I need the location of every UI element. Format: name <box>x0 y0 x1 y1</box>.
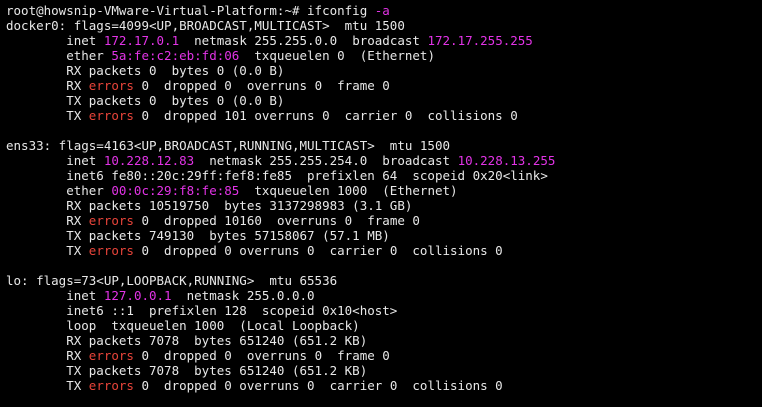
line-text: TX <box>6 243 89 258</box>
line-text: TX packets 749130 bytes 57158067 (57.1 M… <box>6 228 390 243</box>
line-text: TX <box>6 378 89 393</box>
lo-tx-packets: TX packets 7078 bytes 651240 (651.2 KB) <box>6 363 762 378</box>
ens33-rx-errors: RX errors 0 dropped 10160 overruns 0 fra… <box>6 213 762 228</box>
lo-header: lo: flags=73<UP,LOOPBACK,RUNNING> mtu 65… <box>6 273 762 288</box>
highlighted-value: 172.17.0.1 <box>103 33 180 48</box>
highlighted-value: 5a:fe:c2:eb:fd:06 <box>111 48 240 63</box>
ens33-header: ens33: flags=4163<UP,BROADCAST,RUNNING,M… <box>6 138 762 153</box>
line-text: TX packets 0 bytes 0 (0.0 B) <box>6 93 285 108</box>
lo-rx-packets: RX packets 7078 bytes 651240 (651.2 KB) <box>6 333 762 348</box>
line-text: netmask 255.255.254.0 broadcast <box>194 153 458 168</box>
docker0-rx-packets: RX packets 0 bytes 0 (0.0 B) <box>6 63 762 78</box>
line-text: RX packets 0 bytes 0 (0.0 B) <box>6 63 285 78</box>
lo-rx-errors: RX errors 0 dropped 0 overruns 0 frame 0 <box>6 348 762 363</box>
lo-inet6: inet6 ::1 prefixlen 128 scopeid 0x10<hos… <box>6 303 762 318</box>
highlighted-value: 10.228.12.83 <box>103 153 195 168</box>
terminal-output[interactable]: root@howsnip-VMware-Virtual-Platform:~# … <box>0 0 762 407</box>
highlighted-value: 00:0c:29:f8:fe:85 <box>111 183 240 198</box>
line-text: txqueuelen 1000 (Ethernet) <box>239 183 458 198</box>
docker0-rx-errors: RX errors 0 dropped 0 overruns 0 frame 0 <box>6 78 762 93</box>
error-label: errors <box>88 378 134 393</box>
docker0-tx-errors: TX errors 0 dropped 101 overruns 0 carri… <box>6 108 762 123</box>
ens33-rx-packets: RX packets 10519750 bytes 3137298983 (3.… <box>6 198 762 213</box>
highlighted-value: -a <box>374 3 390 18</box>
docker0-inet: inet 172.17.0.1 netmask 255.255.0.0 broa… <box>6 33 762 48</box>
line-text: 0 dropped 0 overruns 0 frame 0 <box>133 78 390 93</box>
error-label: errors <box>88 108 134 123</box>
line-text: 0 dropped 0 overruns 0 carrier 0 collisi… <box>133 378 503 393</box>
lo-tx-errors: TX errors 0 dropped 0 overruns 0 carrier… <box>6 378 762 393</box>
line-text: netmask 255.0.0.0 <box>171 288 315 303</box>
line-text: inet6 fe80::20c:29ff:fef8:fe85 prefixlen… <box>6 168 548 183</box>
line-text: inet <box>6 33 104 48</box>
line-text: RX <box>6 348 89 363</box>
error-label: errors <box>88 213 134 228</box>
line-text: 0 dropped 10160 overruns 0 frame 0 <box>133 213 420 228</box>
line-text: 0 dropped 0 overruns 0 carrier 0 collisi… <box>133 243 503 258</box>
line-text: docker0: flags=4099<UP,BROADCAST,MULTICA… <box>6 18 405 33</box>
line-text: inet <box>6 153 104 168</box>
line-text: RX <box>6 213 89 228</box>
ens33-ether: ether 00:0c:29:f8:fe:85 txqueuelen 1000 … <box>6 183 762 198</box>
line-text: lo: flags=73<UP,LOOPBACK,RUNNING> mtu 65… <box>6 273 338 288</box>
line-text: netmask 255.255.0.0 broadcast <box>179 33 428 48</box>
line-text: ether <box>6 48 112 63</box>
line-text: ens33: flags=4163<UP,BROADCAST,RUNNING,M… <box>6 138 451 153</box>
docker0-header: docker0: flags=4099<UP,BROADCAST,MULTICA… <box>6 18 762 33</box>
ens33-inet: inet 10.228.12.83 netmask 255.255.254.0 … <box>6 153 762 168</box>
error-label: errors <box>88 348 134 363</box>
highlighted-value: 127.0.0.1 <box>103 288 172 303</box>
line-text: 0 dropped 101 overruns 0 carrier 0 colli… <box>133 108 518 123</box>
line-text: RX <box>6 78 89 93</box>
prompt-line: root@howsnip-VMware-Virtual-Platform:~# … <box>6 3 762 18</box>
lo-loop: loop txqueuelen 1000 (Local Loopback) <box>6 318 762 333</box>
docker0-tx-packets: TX packets 0 bytes 0 (0.0 B) <box>6 93 762 108</box>
ens33-tx-errors: TX errors 0 dropped 0 overruns 0 carrier… <box>6 243 762 258</box>
line-text: TX <box>6 108 89 123</box>
line-text: 0 dropped 0 overruns 0 frame 0 <box>133 348 390 363</box>
line-text: loop txqueuelen 1000 (Local Loopback) <box>6 318 360 333</box>
lo-inet: inet 127.0.0.1 netmask 255.0.0.0 <box>6 288 762 303</box>
line-text: txqueuelen 0 (Ethernet) <box>239 48 435 63</box>
docker0-ether: ether 5a:fe:c2:eb:fd:06 txqueuelen 0 (Et… <box>6 48 762 63</box>
line-text: ether <box>6 183 112 198</box>
highlighted-value: 10.228.13.255 <box>457 153 556 168</box>
line-text: RX packets 7078 bytes 651240 (651.2 KB) <box>6 333 368 348</box>
line-text: inet <box>6 288 104 303</box>
ens33-inet6: inet6 fe80::20c:29ff:fef8:fe85 prefixlen… <box>6 168 762 183</box>
error-label: errors <box>88 243 134 258</box>
line-text: inet6 ::1 prefixlen 128 scopeid 0x10<hos… <box>6 303 398 318</box>
ens33-tx-packets: TX packets 749130 bytes 57158067 (57.1 M… <box>6 228 762 243</box>
highlighted-value: 172.17.255.255 <box>427 33 533 48</box>
line-text: TX packets 7078 bytes 651240 (651.2 KB) <box>6 363 368 378</box>
line-text: RX packets 10519750 bytes 3137298983 (3.… <box>6 198 413 213</box>
error-label: errors <box>88 78 134 93</box>
line-text: root@howsnip-VMware-Virtual-Platform:~# … <box>6 3 375 18</box>
